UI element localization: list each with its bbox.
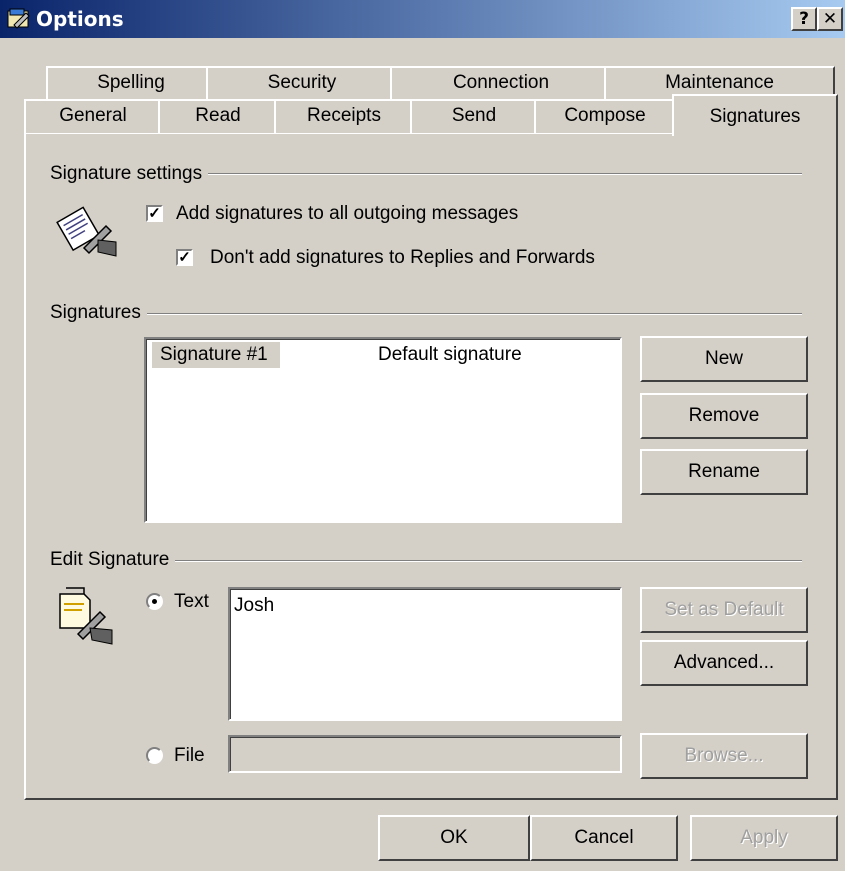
signature-pen-icon	[56, 206, 117, 257]
remove-button[interactable]: Remove	[640, 393, 808, 439]
apply-button[interactable]: Apply	[690, 815, 838, 861]
tab-send[interactable]: Send	[410, 99, 538, 133]
window-title: Options	[36, 7, 124, 31]
help-button[interactable]: ?	[791, 7, 817, 31]
file-radio-label: File	[174, 745, 205, 766]
tab-send-label: Send	[451, 105, 497, 126]
options-window-icon	[7, 8, 30, 29]
signatures-list[interactable]: Signature #1 Default signature	[144, 337, 622, 523]
tab-signatures[interactable]: Signatures	[672, 94, 838, 136]
tab-spelling-label: Spelling	[97, 72, 165, 93]
tab-compose[interactable]: Compose	[534, 99, 676, 133]
signature-settings-label: Signature settings	[50, 163, 209, 185]
tab-receipts[interactable]: Receipts	[274, 99, 414, 133]
document-pen-icon	[59, 587, 113, 645]
file-radio[interactable]	[146, 747, 163, 764]
tab-compose-label: Compose	[564, 105, 646, 126]
tab-general-label: General	[59, 105, 127, 126]
signatures-divider	[50, 313, 802, 315]
ok-button[interactable]: OK	[378, 815, 530, 861]
no-replies-checkbox[interactable]: ✓	[176, 249, 193, 266]
signature-text-area[interactable]: Josh	[228, 587, 622, 721]
advanced-button[interactable]: Advanced...	[640, 640, 808, 686]
signature-text-value: Josh	[234, 595, 275, 616]
tab-read-label: Read	[195, 105, 241, 126]
no-replies-label: Don't add signatures to Replies and Forw…	[210, 247, 595, 268]
browse-button[interactable]: Browse...	[640, 733, 808, 779]
tab-security[interactable]: Security	[206, 66, 398, 100]
rename-button[interactable]: Rename	[640, 449, 808, 495]
tab-connection[interactable]: Connection	[390, 66, 612, 100]
add-signatures-label: Add signatures to all outgoing messages	[176, 203, 519, 224]
tab-signatures-label: Signatures	[709, 106, 801, 127]
tab-receipts-label: Receipts	[307, 105, 381, 126]
new-button[interactable]: New	[640, 336, 808, 382]
tab-spelling[interactable]: Spelling	[46, 66, 216, 100]
tab-security-label: Security	[267, 72, 337, 93]
tab-connection-label: Connection	[452, 72, 550, 93]
text-radio[interactable]	[146, 593, 163, 610]
set-as-default-button[interactable]: Set as Default	[640, 587, 808, 633]
close-button[interactable]: ✕	[817, 7, 843, 31]
file-path-input[interactable]	[228, 735, 622, 773]
signatures-group-label: Signatures	[50, 302, 147, 324]
edit-signature-label: Edit Signature	[50, 549, 176, 571]
tab-maintenance-label: Maintenance	[665, 72, 774, 93]
signature-list-item[interactable]: Signature #1 Default signature	[152, 342, 612, 368]
tab-read[interactable]: Read	[158, 99, 278, 133]
cancel-button[interactable]: Cancel	[530, 815, 678, 861]
title-bar: Options ? ✕	[0, 0, 845, 38]
signature-name: Signature #1	[152, 342, 280, 368]
text-radio-label: Text	[174, 591, 209, 612]
tab-general[interactable]: General	[24, 99, 162, 133]
signature-status: Default signature	[378, 344, 522, 365]
add-signatures-checkbox[interactable]: ✓	[146, 205, 163, 222]
